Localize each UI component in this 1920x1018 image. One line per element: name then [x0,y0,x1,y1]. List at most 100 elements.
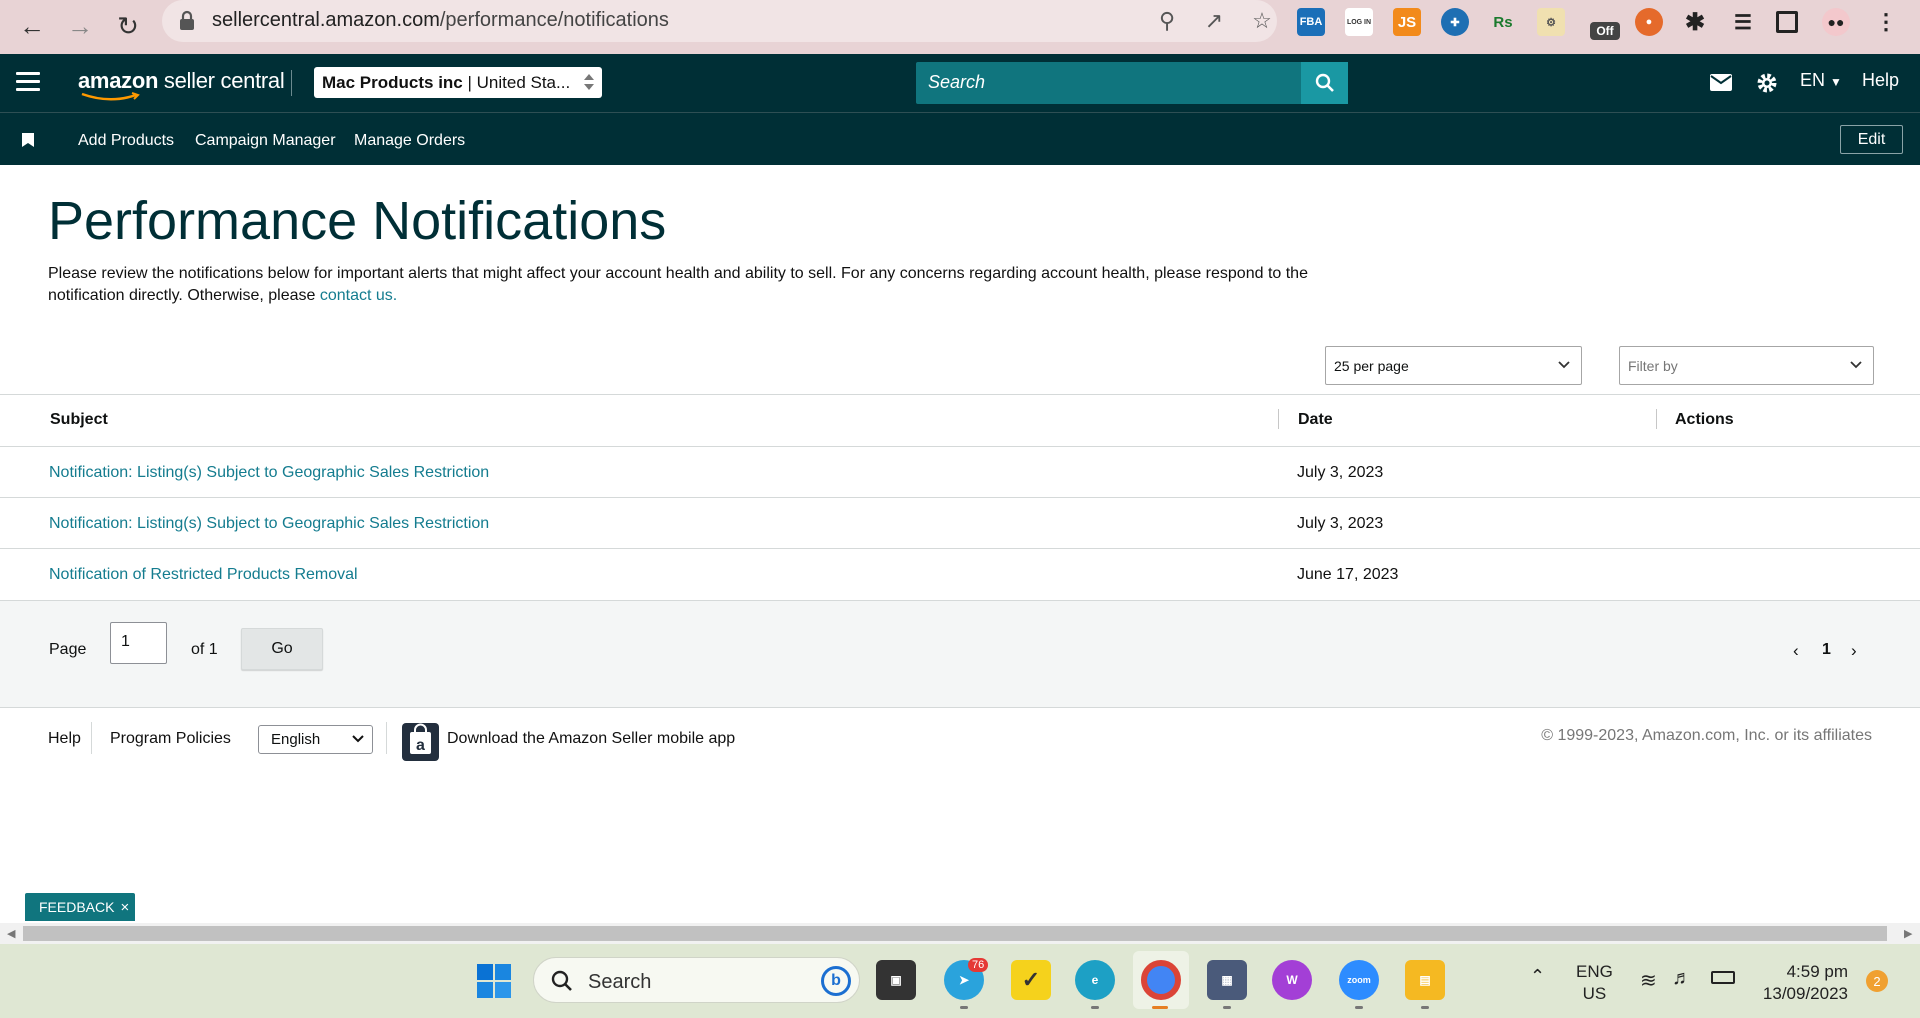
search-bar[interactable]: Search [916,62,1348,104]
login-extension-icon[interactable]: LOG IN [1345,8,1373,36]
reload-icon[interactable]: ↻ [110,8,146,44]
js-extension-icon[interactable]: JS [1393,8,1421,36]
table-row: Notification of Restricted Products Remo… [0,548,1920,599]
column-divider [1278,409,1279,429]
current-page-number[interactable]: 1 [1822,641,1831,659]
puzzle-icon[interactable]: ✱ [1681,8,1709,36]
battery-icon[interactable] [1711,971,1735,984]
bookmark-bar: Add Products Campaign Manager Manage Ord… [0,112,1920,165]
page-description: Please review the notifications below fo… [48,265,1308,304]
per-page-select[interactable]: 25 per page [1325,346,1582,385]
running-indicator [1355,1006,1363,1009]
chevron-down-icon [352,735,364,743]
active-indicator [1152,1006,1168,1009]
notification-subject-link[interactable]: Notification: Listing(s) Subject to Geog… [49,515,489,533]
up-down-arrows-icon [584,74,594,90]
volume-icon[interactable]: ♬ [1672,967,1692,990]
zoom-icon[interactable]: zoom [1339,960,1379,1000]
system-clock[interactable]: 4:59 pm 13/09/2023 [1758,961,1848,1005]
amazon-smile-icon [81,92,140,101]
scroll-right-icon[interactable]: ▶ [1904,927,1912,940]
share-icon[interactable]: ↗ [1199,6,1229,36]
profile-avatar[interactable]: ●● [1822,8,1850,36]
gear-icon[interactable] [1756,72,1778,94]
chevron-up-icon[interactable]: ⌃ [1530,966,1545,987]
back-icon[interactable]: ← [14,8,50,44]
off-extension-icon[interactable]: Off [1590,22,1620,40]
program-policies-link[interactable]: Program Policies [110,730,231,748]
rs-extension-icon[interactable]: Rs [1489,8,1517,36]
footer-help-link[interactable]: Help [48,730,81,748]
media-control-icon[interactable]: ☰ [1729,8,1757,36]
input-language[interactable]: ENG US [1576,961,1613,1005]
edge-icon[interactable]: e [1075,960,1115,1000]
calculator-icon[interactable]: ▦ [1207,960,1247,1000]
seller-central-logo[interactable]: amazon seller central [78,68,285,101]
hamburger-menu-icon[interactable] [16,72,40,92]
edit-bookmarks-button[interactable]: Edit [1840,125,1903,154]
download-app-link[interactable]: Download the Amazon Seller mobile app [447,730,735,748]
url-text: sellercentral.amazon.com/performance/not… [212,9,669,31]
contact-us-link[interactable]: contact us. [320,287,397,304]
zoom-icon[interactable]: ⚲ [1152,6,1182,36]
tool-extension-icon[interactable]: ⚙ [1537,8,1565,36]
lock-icon [180,10,194,30]
feedback-label: FEEDBACK [39,899,115,915]
scrollbar-thumb[interactable] [23,926,1887,941]
chrome-icon[interactable] [1141,960,1181,1000]
close-icon[interactable]: × [120,899,129,916]
forward-icon[interactable]: → [62,8,98,44]
running-indicator [960,1006,968,1009]
running-indicator [1091,1006,1099,1009]
star-icon[interactable]: ☆ [1247,6,1277,36]
notification-date: June 17, 2023 [1297,566,1399,583]
menu-dots-icon[interactable]: ⋮ [1872,8,1900,36]
taskbar-search[interactable]: Search b [533,957,860,1003]
notification-count-badge[interactable]: 2 [1866,970,1888,992]
feedback-button[interactable]: FEEDBACK × [25,893,135,921]
svg-text:a: a [416,737,425,754]
sticky-notes-icon[interactable]: ✓ [1011,960,1051,1000]
mail-icon[interactable] [1710,74,1732,91]
pagination-bar: Page 1 of 1 Go ‹ 1 › [0,601,1920,708]
account-switcher[interactable]: Mac Products inc | United Sta... [314,67,602,98]
help-link[interactable]: Help [1862,70,1899,91]
caret-down-icon: ▼ [1830,75,1842,89]
search-input[interactable]: Search [928,72,985,93]
chevron-down-icon [1558,361,1570,369]
search-icon [551,970,572,991]
nav-add-products[interactable]: Add Products [78,132,174,150]
helper-extension-icon[interactable]: ✚ [1441,8,1469,36]
language-selector[interactable]: EN ▼ [1800,70,1842,91]
bing-icon[interactable]: b [821,966,851,996]
shopping-bag-icon: a [410,723,431,754]
nav-campaign-manager[interactable]: Campaign Manager [195,132,336,150]
notification-subject-link[interactable]: Notification of Restricted Products Remo… [49,566,358,584]
prev-page-icon[interactable]: ‹ [1793,641,1799,661]
scroll-left-icon[interactable]: ◀ [7,927,15,940]
file-explorer-icon[interactable]: ▤ [1405,960,1445,1000]
column-header-date[interactable]: Date [1298,411,1333,429]
next-page-icon[interactable]: › [1851,641,1857,661]
side-panel-icon[interactable] [1776,11,1798,33]
nav-manage-orders[interactable]: Manage Orders [354,132,465,150]
address-bar[interactable]: sellercentral.amazon.com/performance/not… [162,0,1277,42]
copyright-text: © 1999-2023, Amazon.com, Inc. or its aff… [1541,727,1872,744]
column-header-subject[interactable]: Subject [50,411,108,429]
fba-extension-icon[interactable]: FBA [1297,8,1325,36]
wifi-icon[interactable]: ≋ [1640,968,1657,993]
go-button[interactable]: Go [241,628,323,670]
windows-taskbar: Search b ▣ ➤ 76 ✓ e ▦ W zoom ▤ ⌃ ENG US ≋… [0,944,1920,1018]
filter-select[interactable]: Filter by [1619,346,1874,385]
amazon-app-icon[interactable]: a [402,723,439,761]
bookmark-icon[interactable] [22,133,34,147]
task-view-icon[interactable]: ▣ [876,960,916,1000]
notification-subject-link[interactable]: Notification: Listing(s) Subject to Geog… [49,464,489,482]
footer-language-select[interactable]: English [258,725,373,754]
page-number-input[interactable]: 1 [110,622,167,664]
windows-start-icon[interactable] [476,963,512,999]
horizontal-scrollbar[interactable]: ◀ ▶ [0,923,1920,944]
firefox-extension-icon[interactable]: ● [1635,8,1663,36]
wps-office-icon[interactable]: W [1272,960,1312,1000]
search-button[interactable] [1301,62,1348,104]
